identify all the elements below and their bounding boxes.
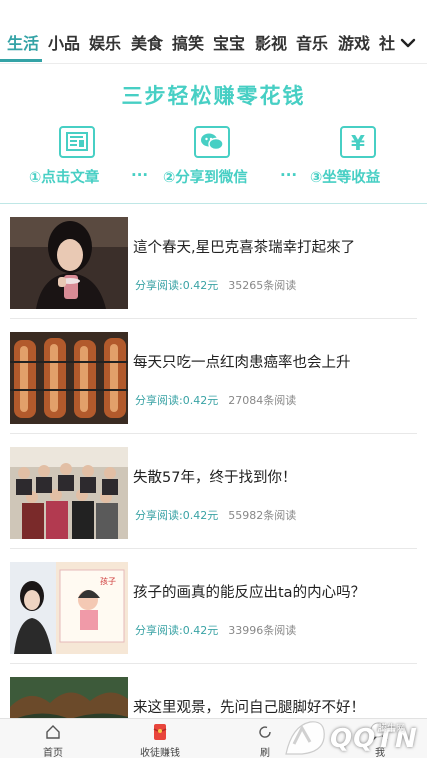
article-thumbnail bbox=[10, 447, 128, 539]
share-reward: 分享阅读:0.42元 bbox=[135, 394, 219, 407]
article-title: 孩子的画真的能反应出ta的内心吗？ bbox=[133, 585, 366, 601]
article-meta: 分享阅读:0.42元 35265条阅读 bbox=[135, 277, 296, 293]
step-dots-2: ··· bbox=[280, 166, 298, 184]
tab-life[interactable]: 生活 bbox=[7, 32, 39, 56]
article-item[interactable]: 每天只吃一点红肉患癌率也会上升 分享阅读:0.42元 27084条阅读 bbox=[0, 319, 427, 434]
refresh-icon bbox=[259, 726, 271, 738]
red-envelope-icon bbox=[153, 724, 167, 740]
tab-baby[interactable]: 宝宝 bbox=[213, 32, 245, 56]
active-tab-indicator bbox=[0, 59, 42, 62]
article-meta: 分享阅读:0.42元 27084条阅读 bbox=[135, 392, 296, 408]
share-reward: 分享阅读:0.42元 bbox=[135, 509, 219, 522]
tab-games[interactable]: 游戏 bbox=[338, 32, 370, 56]
article-title: 失散57年，终于找到你！ bbox=[133, 470, 297, 486]
tab-society[interactable]: 社 bbox=[379, 32, 395, 56]
article-title: 這个春天,星巴克喜茶瑞幸打起來了 bbox=[133, 240, 356, 256]
svg-text:孩子: 孩子 bbox=[100, 576, 116, 586]
step-1-label: ①点击文章 bbox=[29, 170, 100, 186]
wechat-icon bbox=[194, 126, 230, 158]
yen-glyph: ¥ bbox=[351, 131, 365, 155]
watermark-site-name: 腾牛网 bbox=[378, 724, 406, 734]
step-2-label: ②分享到微信 bbox=[163, 170, 248, 186]
article-meta: 分享阅读:0.42元 55982条阅读 bbox=[135, 507, 296, 523]
read-count: 55982条阅读 bbox=[228, 509, 297, 522]
nav-home[interactable]: 首页 bbox=[8, 719, 98, 758]
home-icon bbox=[46, 725, 60, 739]
category-tab-row: 生活 小品 娱乐 美食 搞笑 宝宝 影视 音乐 游戏 社 bbox=[0, 32, 398, 56]
tab-skits[interactable]: 小品 bbox=[48, 32, 80, 56]
read-count: 27084条阅读 bbox=[228, 394, 297, 407]
article-item[interactable]: 失散57年，终于找到你！ 分享阅读:0.42元 55982条阅读 bbox=[0, 434, 427, 549]
tab-film[interactable]: 影视 bbox=[255, 32, 287, 56]
category-tab-bar: 生活 小品 娱乐 美食 搞笑 宝宝 影视 音乐 游戏 社 bbox=[0, 0, 427, 64]
chevron-down-icon[interactable] bbox=[399, 36, 417, 50]
article-title: 每天只吃一点红肉患癌率也会上升 bbox=[133, 355, 351, 371]
tab-music[interactable]: 音乐 bbox=[296, 32, 328, 56]
share-reward: 分享阅读:0.42元 bbox=[135, 279, 219, 292]
nav-invite[interactable]: 收徒赚钱 bbox=[115, 719, 205, 758]
banner-title: 三步轻松赚零花钱 bbox=[121, 84, 306, 108]
article-meta: 分享阅读:0.42元 33996条阅读 bbox=[135, 622, 296, 638]
article-thumbnail bbox=[10, 332, 128, 424]
tab-funny[interactable]: 搞笑 bbox=[172, 32, 204, 56]
read-count: 35265条阅读 bbox=[228, 279, 297, 292]
article-icon bbox=[59, 126, 95, 158]
article-item[interactable]: 這个春天,星巴克喜茶瑞幸打起來了 分享阅读:0.42元 35265条阅读 bbox=[0, 204, 427, 319]
tab-food[interactable]: 美食 bbox=[131, 32, 163, 56]
step-3-label: ③坐等收益 bbox=[310, 170, 381, 186]
yen-icon: ¥ bbox=[340, 126, 376, 158]
share-reward: 分享阅读:0.42元 bbox=[135, 624, 219, 637]
nav-home-label: 首页 bbox=[43, 748, 63, 758]
article-thumbnail bbox=[10, 217, 128, 309]
read-count: 33996条阅读 bbox=[228, 624, 297, 637]
tab-entertainment[interactable]: 娱乐 bbox=[89, 32, 121, 56]
step-dots-1: ··· bbox=[131, 166, 149, 184]
article-item[interactable]: 孩子 孩子的画真的能反应出ta的内心吗？ 分享阅读:0.42元 33996条阅读 bbox=[0, 549, 427, 664]
nav-invite-label: 收徒赚钱 bbox=[140, 748, 180, 758]
earn-steps-banner[interactable]: 三步轻松赚零花钱 ¥ ①点击文章 ··· ②分享到微信 ··· ③坐等收益 bbox=[0, 64, 427, 204]
article-thumbnail: 孩子 bbox=[10, 562, 128, 654]
